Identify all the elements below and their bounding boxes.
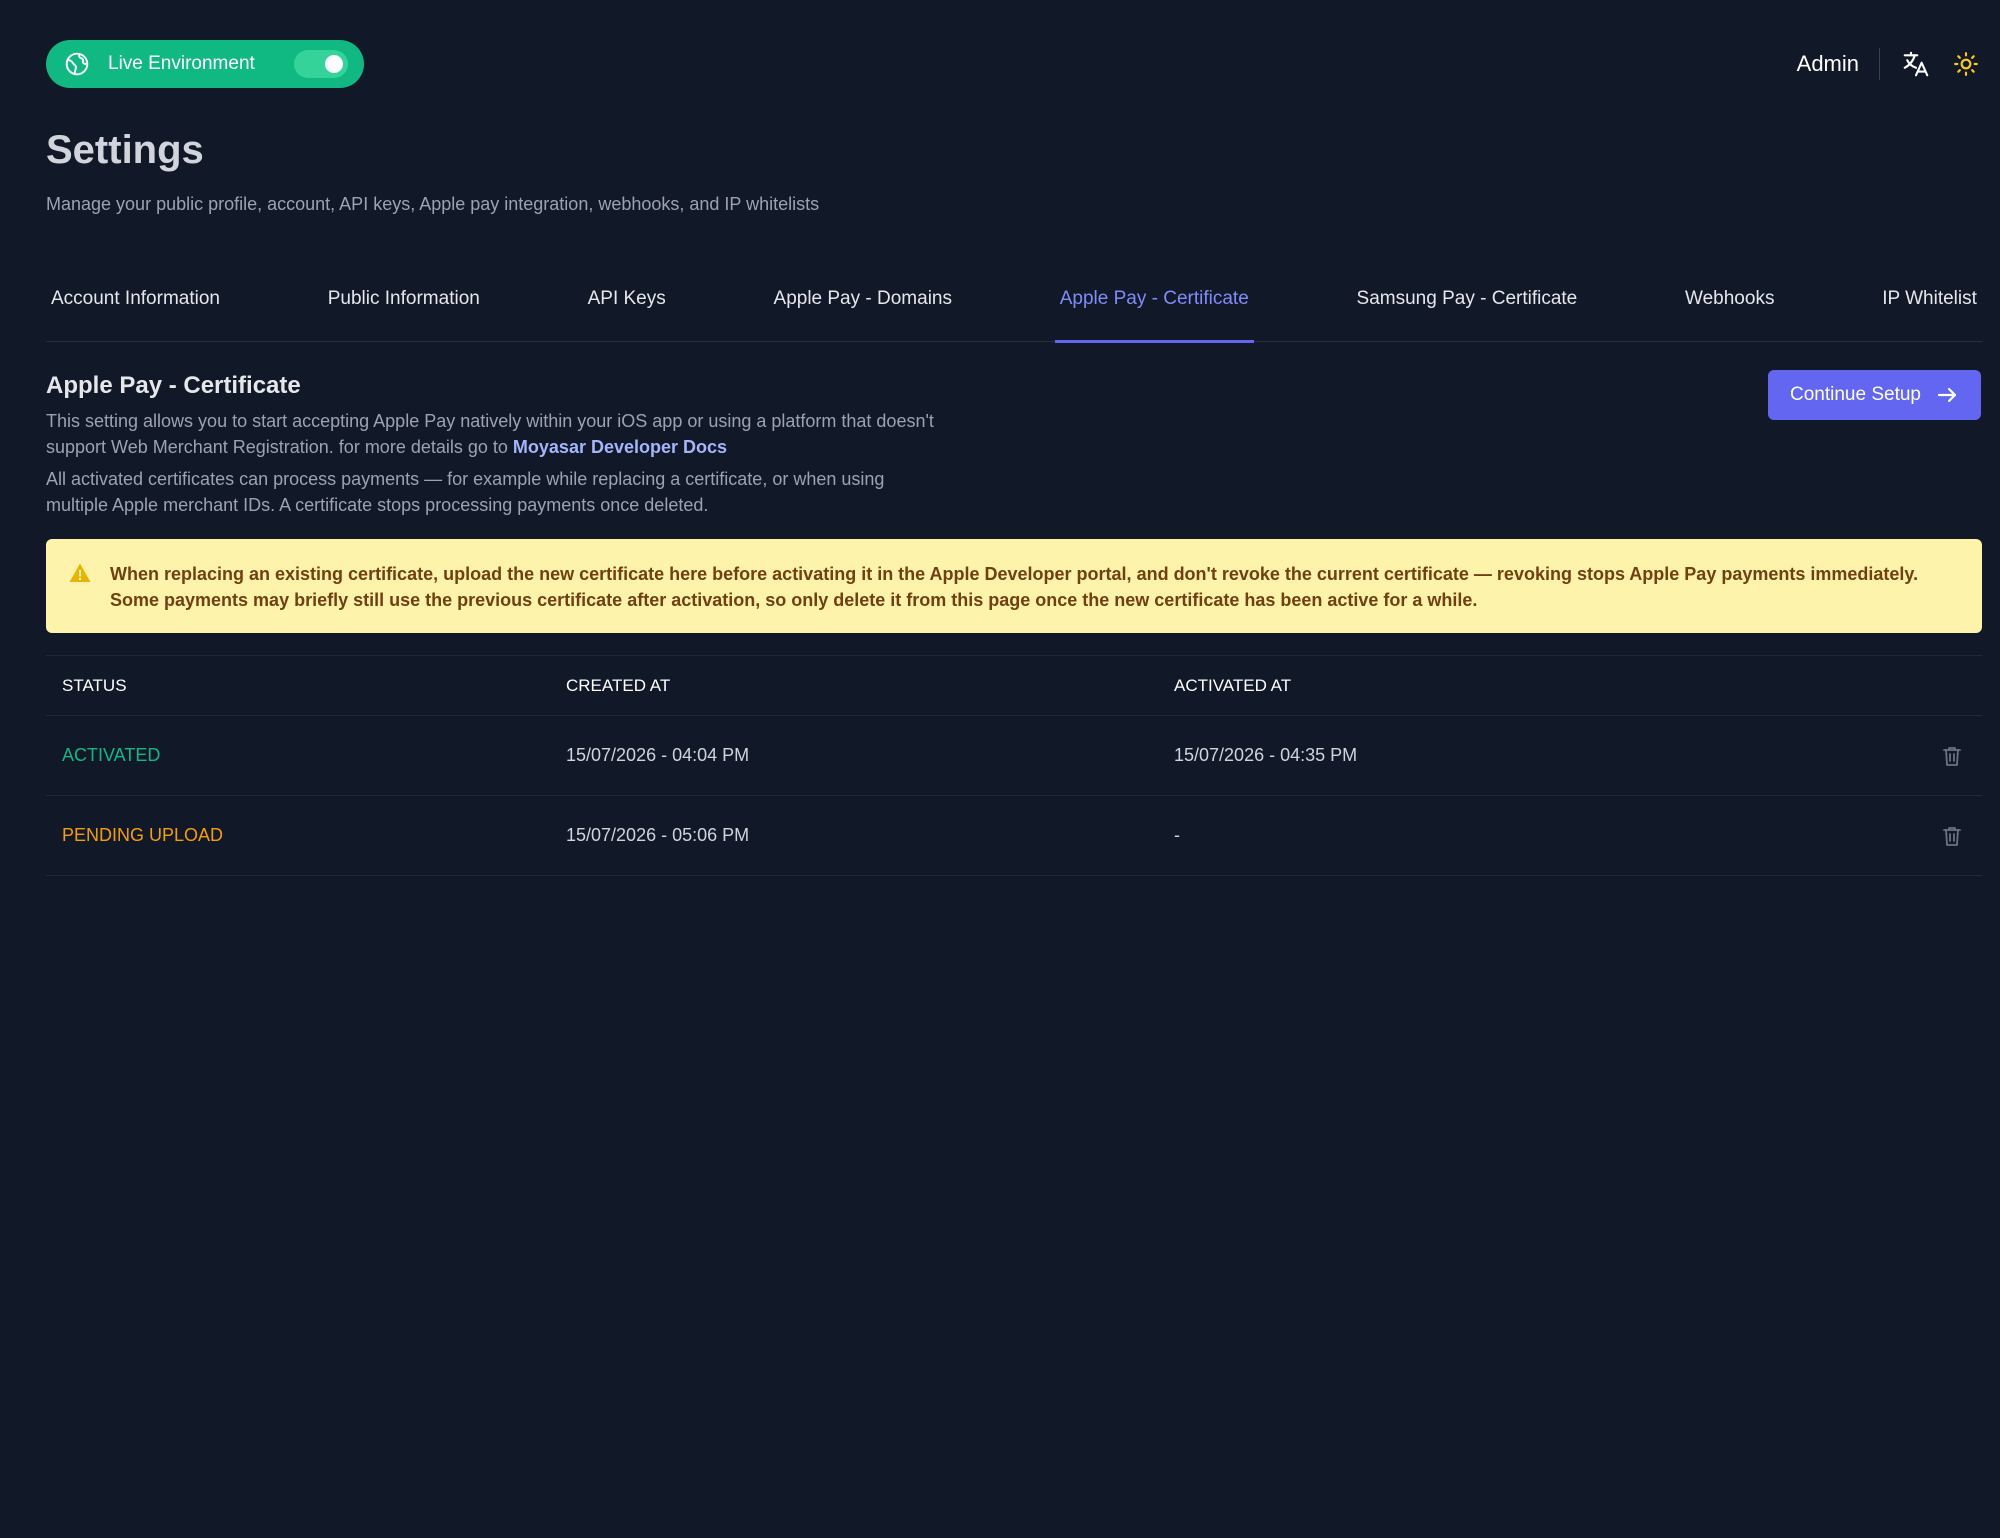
tab-apple-pay-certificate[interactable]: Apple Pay - Certificate <box>1054 270 1254 343</box>
switch-knob <box>325 55 343 73</box>
settings-tabs: Account Information Public Information A… <box>46 270 1982 343</box>
tab-account-information[interactable]: Account Information <box>46 270 225 342</box>
continue-setup-button[interactable]: Continue Setup <box>1768 370 1981 420</box>
tab-apple-pay-domains[interactable]: Apple Pay - Domains <box>769 270 957 342</box>
page-subtitle: Manage your public profile, account, API… <box>46 194 820 214</box>
tab-api-keys[interactable]: API Keys <box>583 270 671 342</box>
sun-icon[interactable] <box>1950 48 1982 80</box>
warning-icon <box>68 561 92 585</box>
certificates-table: STATUS CREATED AT ACTIVATED AT ACTIVATED… <box>46 655 1982 876</box>
column-status: STATUS <box>62 675 127 695</box>
section-description-2: All activated certificates can process p… <box>46 469 885 515</box>
column-created-at: CREATED AT <box>566 675 671 695</box>
header-divider <box>1879 48 1880 80</box>
activated-at-cell: 15/07/2026 - 04:35 PM <box>1174 745 1358 765</box>
activated-at-cell: - <box>1174 825 1180 845</box>
status-badge: ACTIVATED <box>62 745 161 765</box>
tab-ip-whitelist[interactable]: IP Whitelist <box>1877 270 1982 342</box>
header-actions: Admin <box>1797 40 1982 88</box>
warning-text: When replacing an existing certificate, … <box>110 564 1919 610</box>
page-title: Settings <box>46 128 204 172</box>
column-activated-at: ACTIVATED AT <box>1174 675 1292 695</box>
globe-icon <box>64 51 90 77</box>
user-menu[interactable]: Admin <box>1797 51 1879 77</box>
status-badge: PENDING UPLOAD <box>62 825 224 845</box>
section-description: This setting allows you to start accepti… <box>46 408 946 518</box>
section-description-text: This setting allows you to start accepti… <box>46 411 934 457</box>
row-actions <box>1922 824 1982 848</box>
row-actions <box>1922 744 1982 768</box>
created-at-cell: 15/07/2026 - 04:04 PM <box>566 745 750 765</box>
environment-switch[interactable] <box>294 50 348 78</box>
tab-public-information[interactable]: Public Information <box>323 270 485 342</box>
environment-label: Live Environment <box>108 53 255 74</box>
continue-setup-label: Continue Setup <box>1790 384 1921 405</box>
trash-icon[interactable] <box>1940 824 1964 848</box>
table-row: PENDING UPLOAD 15/07/2026 - 05:06 PM - <box>46 796 1982 876</box>
section-description-1: This setting allows you to start accepti… <box>46 408 946 460</box>
translate-icon[interactable] <box>1900 48 1932 80</box>
trash-icon[interactable] <box>1940 744 1964 768</box>
table-row: ACTIVATED 15/07/2026 - 04:04 PM 15/07/20… <box>46 716 1982 796</box>
tab-webhooks[interactable]: Webhooks <box>1680 270 1779 342</box>
arrow-right-icon <box>1935 383 1959 407</box>
developer-docs-link[interactable]: Moyasar Developer Docs <box>513 437 727 457</box>
section-title: Apple Pay - Certificate <box>46 372 301 399</box>
warning-banner: When replacing an existing certificate, … <box>46 539 1982 633</box>
tab-samsung-pay-certificate[interactable]: Samsung Pay - Certificate <box>1352 270 1583 342</box>
table-header: STATUS CREATED AT ACTIVATED AT <box>46 656 1982 716</box>
live-environment-toggle[interactable]: Live Environment <box>46 40 364 88</box>
created-at-cell: 15/07/2026 - 05:06 PM <box>566 825 750 845</box>
